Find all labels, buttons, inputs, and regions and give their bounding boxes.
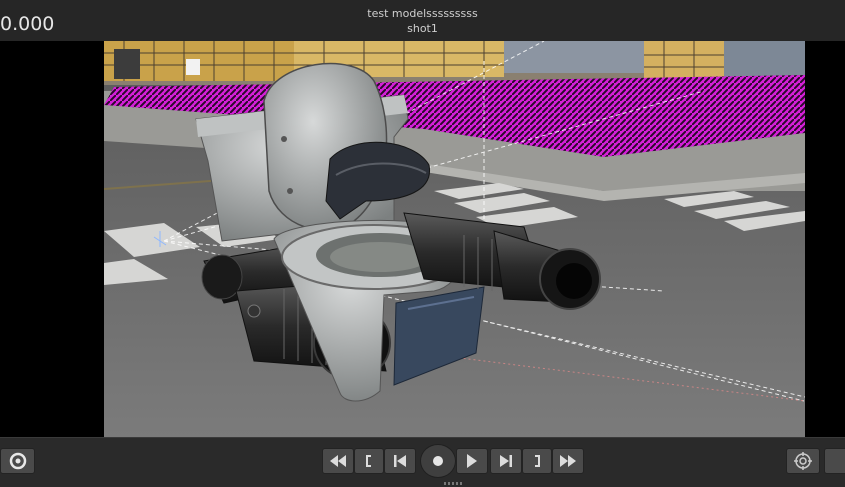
mark-in-button[interactable] (354, 448, 384, 474)
record-icon (433, 456, 443, 466)
step-back-icon (394, 455, 406, 467)
shot-name: shot1 (407, 22, 438, 35)
fast-forward-icon (560, 455, 576, 467)
overflow-button[interactable] (824, 448, 845, 474)
play-icon (467, 454, 477, 468)
viewport-scene (104, 41, 805, 437)
step-forward-icon (500, 455, 512, 467)
session-name: test modelsssssssss (367, 7, 478, 20)
crosshair-icon (794, 452, 812, 470)
camera-sync-button[interactable] (0, 448, 35, 474)
viewport-frame (0, 41, 845, 437)
mark-out-button[interactable] (522, 448, 552, 474)
rewind-button[interactable] (322, 448, 354, 474)
crosshair-button[interactable] (786, 448, 820, 474)
target-ring-icon (9, 452, 26, 470)
transport-bar (0, 437, 845, 487)
rewind-icon (330, 455, 346, 467)
next-frame-button[interactable] (490, 448, 522, 474)
mark-out-bracket-icon (535, 455, 540, 467)
mark-in-bracket-icon (366, 455, 371, 467)
resize-grip[interactable] (444, 482, 462, 485)
play-button[interactable] (456, 448, 488, 474)
fast-forward-button[interactable] (552, 448, 584, 474)
record-button[interactable] (420, 444, 456, 478)
prev-frame-button[interactable] (384, 448, 416, 474)
3d-viewport[interactable] (104, 41, 805, 437)
header-bar: 0.000 test modelsssssssss shot1 (0, 0, 845, 42)
